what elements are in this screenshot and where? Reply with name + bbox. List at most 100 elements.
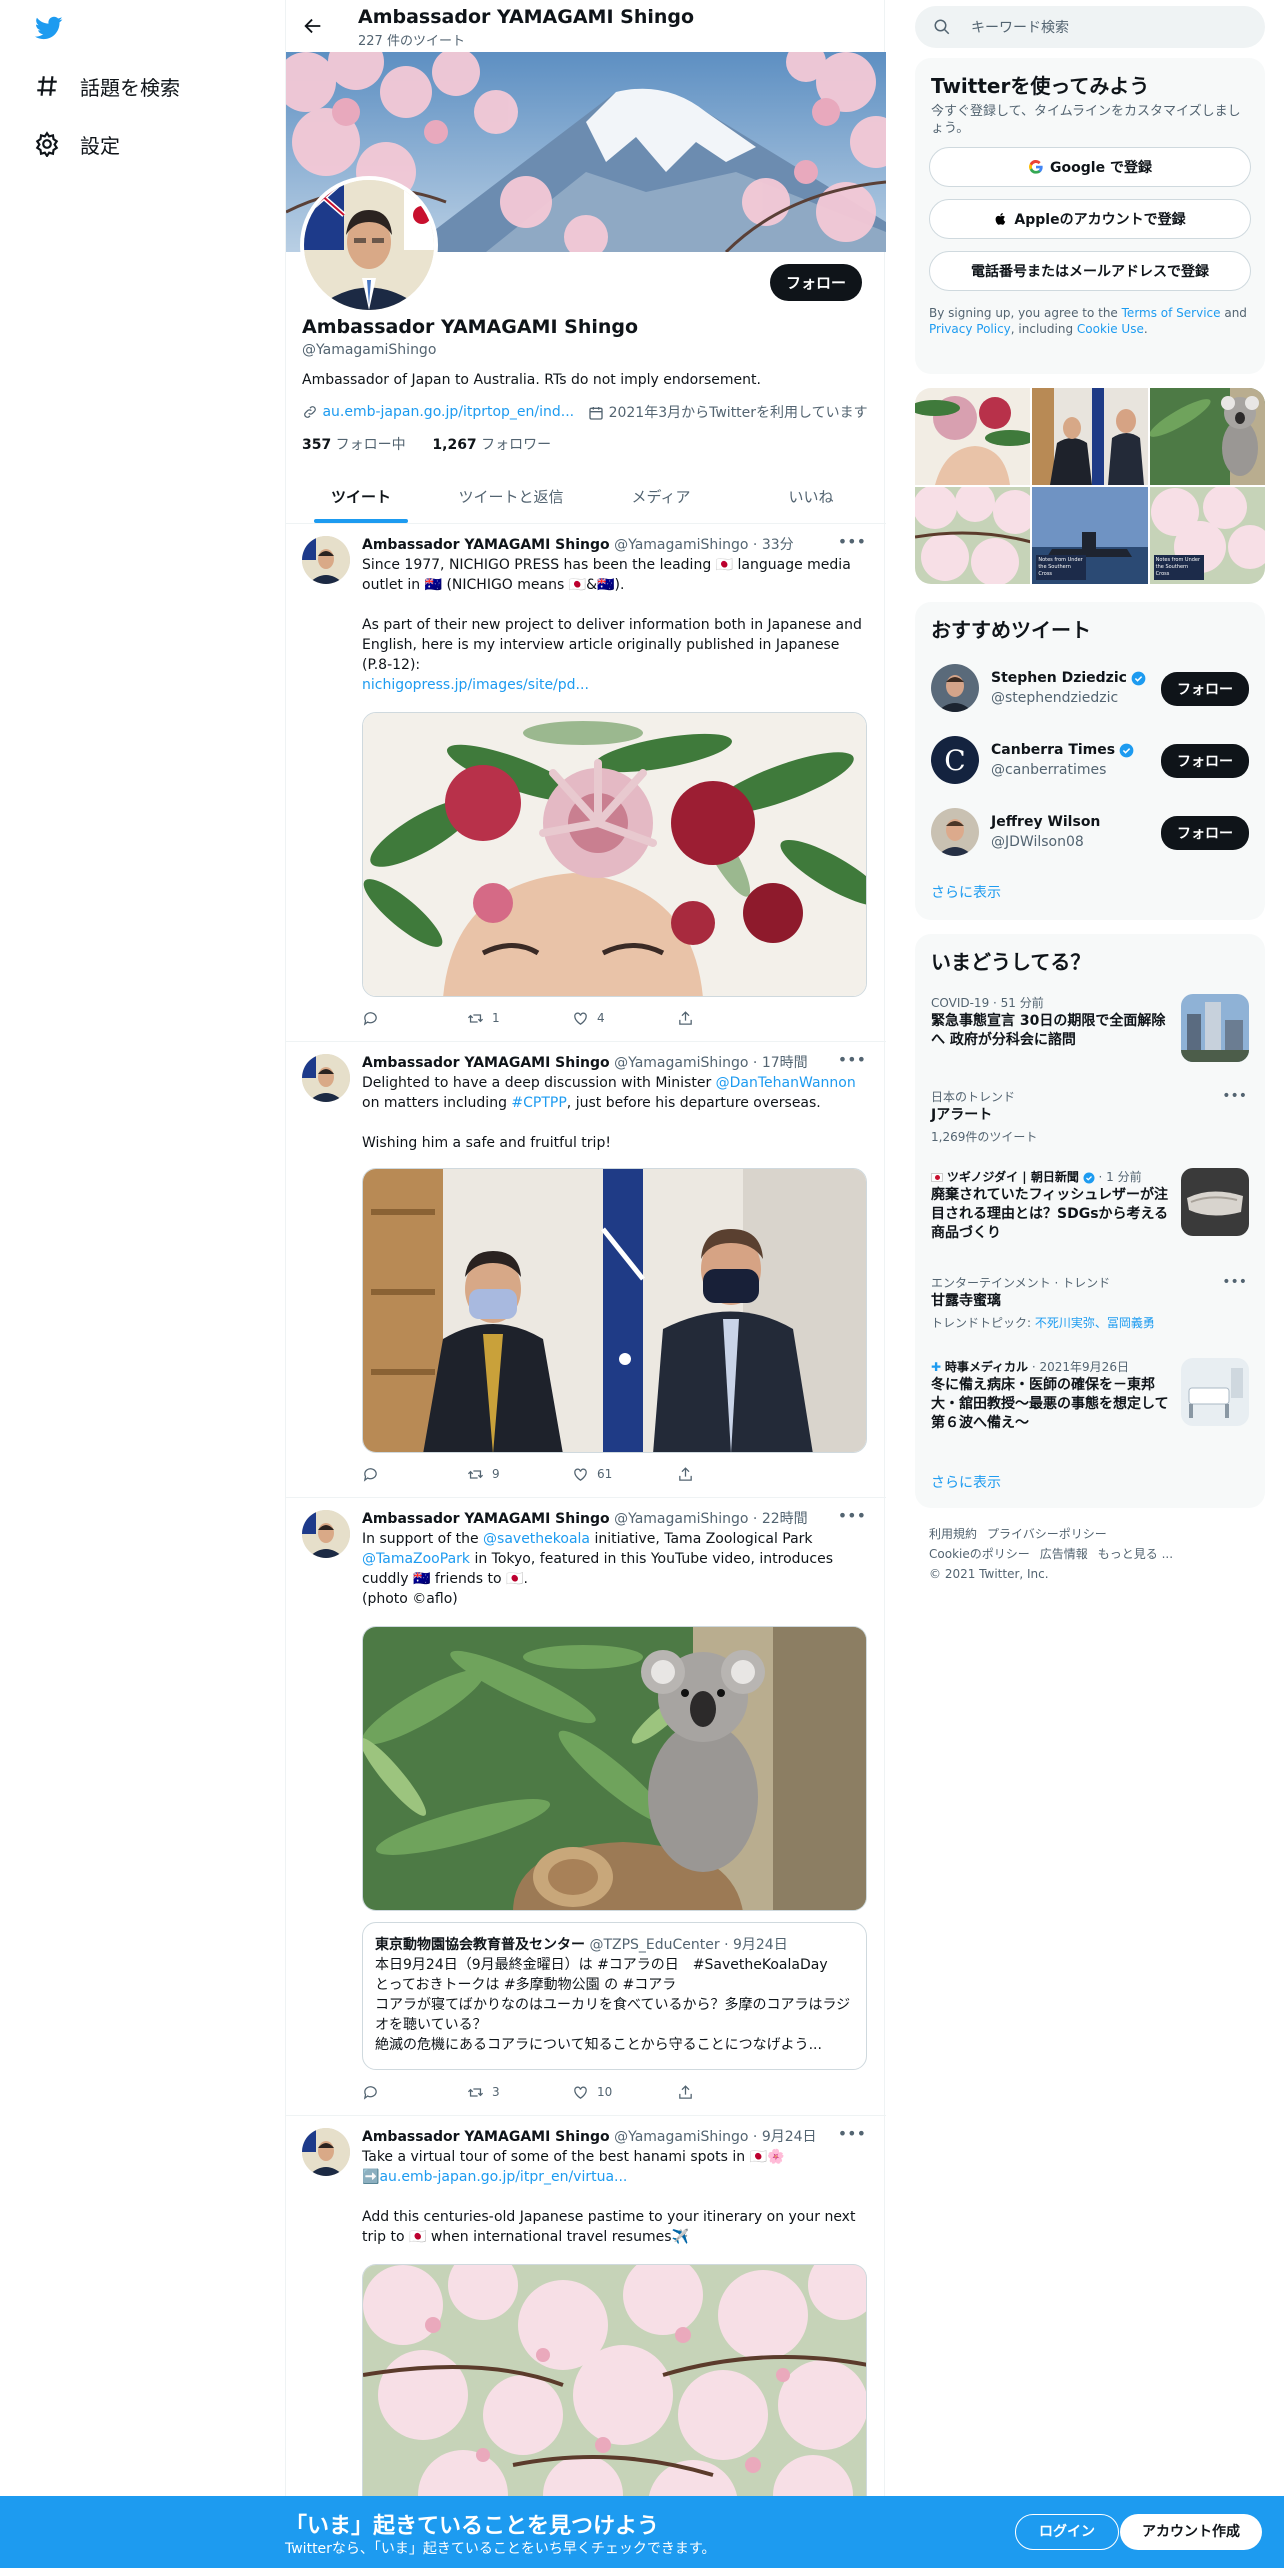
apple-signup-button[interactable]: Appleのアカウントで登録 — [929, 199, 1251, 239]
more-icon[interactable]: ••• — [838, 2124, 866, 2143]
trend-item[interactable]: エンターテインメント · トレンド 甘露寺蜜璃 トレンドトピック: 不死川実弥、… — [915, 1274, 1265, 1334]
media-thumb[interactable]: Notes from Under the Southern Cross — [1149, 487, 1265, 584]
media-thumb[interactable] — [1149, 388, 1265, 485]
tab-tweets-and-replies[interactable]: ツイートと返信 — [436, 470, 586, 523]
tweet-avatar[interactable] — [302, 1054, 350, 1102]
phone-email-signup-button[interactable]: 電話番号またはメールアドレスで登録 — [929, 251, 1251, 291]
share-button[interactable] — [677, 1464, 782, 1484]
tweet[interactable]: Ambassador YAMAGAMI Shingo @YamagamiShin… — [286, 1042, 886, 1498]
footer-link[interactable]: Cookieのポリシー — [929, 1547, 1030, 1561]
media-thumb[interactable]: Notes from Under the Southern Cross — [1032, 487, 1148, 584]
reply-button[interactable] — [362, 1464, 467, 1484]
recommended-user[interactable]: Jeffrey Wilson @JDWilson08 フォロー — [915, 796, 1265, 868]
share-button[interactable] — [677, 2082, 782, 2102]
share-button[interactable] — [677, 1008, 782, 1028]
google-signup-button[interactable]: Google で登録 — [929, 147, 1251, 187]
trend-topics-link[interactable]: 不死川実弥、冨岡義勇 — [1035, 1316, 1155, 1330]
quoted-tweet[interactable]: 東京動物園協会教育普及センター @TZPS_EduCenter · 9月24日 … — [362, 1922, 867, 2070]
tweet-author[interactable]: Ambassador YAMAGAMI Shingo — [362, 1055, 610, 1071]
privacy-policy-link[interactable]: Privacy Policy — [929, 322, 1011, 336]
tweet-image[interactable] — [362, 712, 867, 997]
media-thumb[interactable] — [915, 388, 1031, 485]
hashtag-link[interactable]: #CPTPP — [511, 1095, 566, 1111]
mention-link[interactable]: @savethekoala — [483, 1531, 590, 1547]
follow-button[interactable]: フォロー — [1161, 672, 1249, 706]
nav-explore[interactable]: 話題を検索 — [34, 70, 180, 102]
follow-button[interactable]: フォロー — [769, 264, 862, 301]
tweet-link[interactable]: nichigopress.jp/images/site/pd... — [362, 677, 589, 693]
bottom-bar-subtitle: Twitterなら、「いま」起きていることをいち早くチェックできます。 — [285, 2541, 716, 2557]
profile-website-link[interactable]: au.emb-japan.go.jp/itprtop_en/ind... — [322, 404, 574, 420]
verified-badge-icon — [1083, 1172, 1095, 1183]
tab-media[interactable]: メディア — [586, 470, 736, 523]
quote-text: 本日9月24日（9月最終金曜日）は #コアラの日 #SavetheKoalaDa… — [375, 1957, 851, 2053]
tweet-avatar[interactable] — [302, 536, 350, 584]
more-icon[interactable]: ••• — [1222, 1274, 1247, 1290]
trend-item[interactable]: 日本のトレンド Jアラート 1,269件のツイート ••• — [915, 1088, 1265, 1148]
footer-link[interactable]: プライバシーポリシー — [987, 1527, 1107, 1541]
following-link[interactable]: 357 フォロー中 — [302, 437, 406, 453]
tweet[interactable]: Ambassador YAMAGAMI Shingo @YamagamiShin… — [286, 2116, 886, 2514]
nav-settings[interactable]: 設定 — [34, 128, 120, 160]
tweet-image[interactable] — [362, 2264, 867, 2514]
user-avatar[interactable] — [931, 664, 979, 712]
tweet[interactable]: Ambassador YAMAGAMI Shingo @YamagamiShin… — [286, 524, 886, 1042]
tweet-link[interactable]: au.emb-japan.go.jp/itpr_en/virtua... — [379, 2169, 627, 2185]
more-icon[interactable]: ••• — [838, 1506, 866, 1525]
cookie-use-link[interactable]: Cookie Use — [1077, 322, 1144, 336]
terms-of-service-link[interactable]: Terms of Service — [1122, 306, 1221, 320]
footer-link[interactable]: 利用規約 — [929, 1527, 977, 1541]
more-icon[interactable]: ••• — [838, 532, 866, 551]
footer-link[interactable]: もっと見る ... — [1098, 1547, 1173, 1561]
twitter-logo-icon[interactable] — [34, 14, 64, 42]
follow-button[interactable]: フォロー — [1161, 816, 1249, 850]
trends-panel: いまどうしてる？ COVID-19 · 51 分前 緊急事態宣言 30日の期限で… — [915, 934, 1265, 1508]
retweet-button[interactable]: 9 — [467, 1464, 572, 1484]
retweet-button[interactable]: 1 — [467, 1008, 572, 1028]
heart-icon — [574, 1012, 587, 1025]
tweet-image[interactable] — [362, 1626, 867, 1911]
login-button[interactable]: ログイン — [1015, 2514, 1119, 2550]
show-more-link[interactable]: さらに表示 — [915, 1472, 1017, 1492]
tweet-avatar[interactable] — [302, 1510, 350, 1558]
followers-label: フォロワー — [476, 437, 552, 453]
followers-link[interactable]: 1,267 フォロワー — [432, 437, 551, 453]
more-icon[interactable]: ••• — [838, 1050, 866, 1069]
tweet-author[interactable]: Ambassador YAMAGAMI Shingo — [362, 1511, 610, 1527]
tab-likes[interactable]: いいね — [736, 470, 886, 523]
reply-button[interactable] — [362, 1008, 467, 1028]
trend-item[interactable]: ツギノジダイ | 朝日新聞 · 1 分前 廃棄されていたフィッシュレザーが注目さ… — [915, 1168, 1265, 1264]
mention-link[interactable]: @TamaZooPark — [362, 1551, 470, 1567]
like-button[interactable]: 4 — [572, 1008, 677, 1028]
search-box[interactable]: キーワード検索 — [915, 6, 1265, 48]
tweet-author[interactable]: Ambassador YAMAGAMI Shingo — [362, 537, 610, 553]
tab-tweets[interactable]: ツイート — [286, 470, 436, 523]
back-arrow-icon[interactable] — [302, 15, 324, 37]
tweet-header: Ambassador YAMAGAMI Shingo @YamagamiShin… — [362, 1508, 862, 1528]
tweet-avatar[interactable] — [302, 2128, 350, 2176]
show-more-link[interactable]: さらに表示 — [915, 882, 1017, 902]
more-icon[interactable]: ••• — [1222, 1088, 1247, 1104]
tweet[interactable]: Ambassador YAMAGAMI Shingo @YamagamiShin… — [286, 1498, 886, 2116]
mention-link[interactable]: @DanTehanWannon — [716, 1075, 856, 1091]
recommended-user[interactable]: C Canberra Times @canberratimes フォロー — [915, 724, 1265, 796]
recommended-user[interactable]: Stephen Dziedzic @stephendziedzic フォロー — [915, 652, 1265, 724]
media-thumb[interactable] — [1032, 388, 1148, 485]
profile-avatar[interactable] — [300, 176, 438, 314]
tweet-image[interactable] — [362, 1168, 867, 1453]
follow-button[interactable]: フォロー — [1161, 744, 1249, 778]
profile-timeline: Ambassador YAMAGAMI Shingo 227 件のツイート フォ… — [285, 0, 886, 2514]
media-grid: Notes from Under the Southern Cross Note… — [915, 388, 1265, 584]
like-button[interactable]: 61 — [572, 1464, 677, 1484]
trend-item[interactable]: ✚ 時事メディカル · 2021年9月26日 冬に備え病床・医師の確保を－東邦大… — [915, 1358, 1265, 1454]
retweet-button[interactable]: 3 — [467, 2082, 572, 2102]
like-button[interactable]: 10 — [572, 2082, 677, 2102]
user-avatar[interactable]: C — [931, 736, 979, 784]
media-thumb[interactable] — [915, 487, 1031, 584]
tweet-author[interactable]: Ambassador YAMAGAMI Shingo — [362, 2129, 610, 2145]
reply-button[interactable] — [362, 2082, 467, 2102]
user-avatar[interactable] — [931, 808, 979, 856]
signup-button[interactable]: アカウント作成 — [1120, 2514, 1262, 2550]
footer-link[interactable]: 広告情報 — [1040, 1547, 1088, 1561]
trend-item[interactable]: COVID-19 · 51 分前 緊急事態宣言 30日の期限で全面解除へ 政府が… — [915, 994, 1265, 1066]
